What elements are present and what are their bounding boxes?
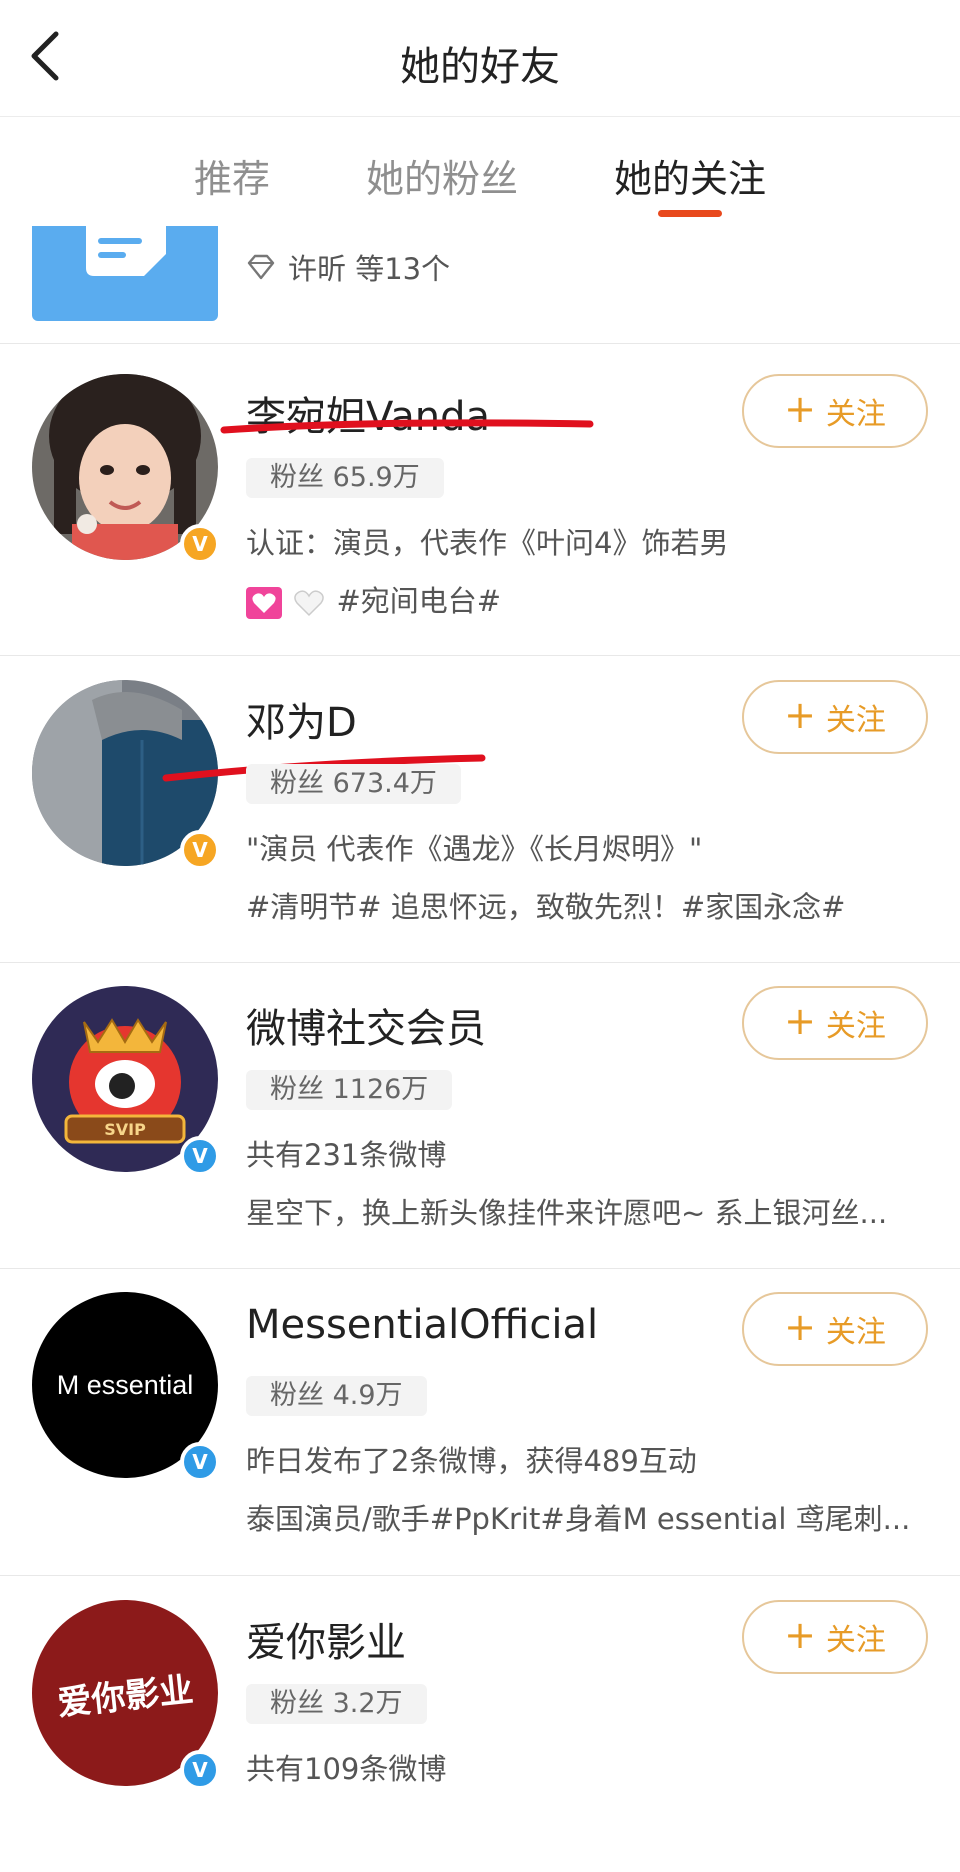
white-heart-icon — [294, 590, 325, 617]
fans-count: 粉丝 65.9万 — [246, 458, 444, 498]
list-item[interactable]: 爱你影业 V 爱你影业 粉丝 3.2万 共有109条微博 + 关注 — [0, 1566, 960, 1872]
group-members-text: 许昕 等13个 — [288, 252, 451, 286]
post-count-text: 共有231条微博 — [246, 1138, 447, 1172]
recent-post: #宛间电台# — [246, 578, 916, 620]
follow-label: 关注 — [825, 1315, 886, 1350]
follow-button[interactable]: + 关注 — [742, 1292, 928, 1366]
tab-her-following[interactable]: 她的关注 — [614, 148, 766, 203]
plus-icon: + — [784, 1305, 816, 1349]
verified-badge-icon: V — [180, 1750, 220, 1790]
follow-label: 关注 — [825, 397, 886, 432]
tab-her-fans[interactable]: 她的粉丝 — [366, 148, 518, 203]
svg-text:SVIP: SVIP — [104, 1120, 146, 1139]
user-name[interactable]: 微博社交会员 — [246, 996, 486, 1054]
follow-label: 关注 — [825, 1009, 886, 1044]
post-count-text: 共有109条微博 — [246, 1752, 447, 1786]
group-row[interactable]: 许昕 等13个 — [0, 226, 960, 344]
top-bar: 她的好友 — [0, 0, 960, 117]
diamond-icon — [247, 254, 275, 280]
plus-icon: + — [784, 1613, 816, 1657]
list-item[interactable]: V 李宛妲Vanda 粉丝 65.9万 认证：演员，代表作《叶问4》饰若男 #宛… — [0, 340, 960, 646]
active-tab-indicator — [658, 210, 722, 217]
verification-text: "演员 代表作《遇龙》《长月烬明》" — [246, 832, 703, 866]
verification-text: 认证：演员，代表作《叶问4》饰若男 — [246, 526, 729, 560]
recent-post: #清明节# 追思怀远，致敬先烈！#家国永念# — [246, 890, 846, 924]
plus-icon: + — [784, 999, 816, 1043]
fans-count: 粉丝 1126万 — [246, 1070, 453, 1110]
user-name[interactable]: MessentialOfficial — [246, 1302, 598, 1348]
follow-label: 关注 — [825, 703, 886, 738]
fans-count: 粉丝 4.9万 — [246, 1376, 427, 1416]
recent-post: 泰国演员/歌手#PpKrit#身着M essential 鸢尾刺... — [246, 1502, 911, 1536]
avatar-logo-text: 爱你影业 — [55, 1669, 196, 1724]
list-item[interactable]: SVIP V 微博社交会员 粉丝 1126万 共有231条微博 星空下，换上新头… — [0, 952, 960, 1258]
follow-button[interactable]: + 关注 — [742, 1600, 928, 1674]
list-item[interactable]: V 邓为D 粉丝 673.4万 "演员 代表作《遇龙》《长月烬明》" #清明节#… — [0, 646, 960, 952]
group-thumbnail — [32, 226, 218, 321]
fans-count: 粉丝 3.2万 — [246, 1684, 427, 1724]
activity-text: 昨日发布了2条微博，获得489互动 — [246, 1444, 697, 1478]
verified-badge-icon: V — [180, 524, 220, 564]
tab-recommend[interactable]: 推荐 — [194, 148, 270, 203]
verified-badge-icon: V — [180, 830, 220, 870]
follow-button[interactable]: + 关注 — [742, 680, 928, 754]
follow-button[interactable]: + 关注 — [742, 986, 928, 1060]
user-name[interactable]: 邓为D — [246, 690, 357, 748]
verified-badge-icon: V — [180, 1442, 220, 1482]
follow-label: 关注 — [825, 1623, 886, 1658]
list-item[interactable]: M essential V MessentialOfficial 粉丝 4.9万… — [0, 1258, 960, 1564]
tab-bar: 推荐 她的粉丝 她的关注 — [0, 116, 960, 226]
avatar-logo-text: M essential — [56, 1369, 194, 1400]
fans-count: 粉丝 673.4万 — [246, 764, 461, 804]
plus-icon: + — [784, 693, 816, 737]
user-name[interactable]: 爱你影业 — [246, 1610, 406, 1668]
recent-post: 星空下，换上新头像挂件来许愿吧~ 系上银河丝... — [246, 1196, 888, 1230]
pink-heart-icon — [246, 587, 282, 619]
plus-icon: + — [784, 387, 816, 431]
recent-post-text: #宛间电台# — [336, 584, 502, 618]
verified-badge-icon: V — [180, 1136, 220, 1176]
follow-button[interactable]: + 关注 — [742, 374, 928, 448]
user-name[interactable]: 李宛妲Vanda — [246, 384, 490, 442]
group-members: 许昕 等13个 — [246, 246, 450, 288]
page-title: 她的好友 — [400, 44, 560, 90]
